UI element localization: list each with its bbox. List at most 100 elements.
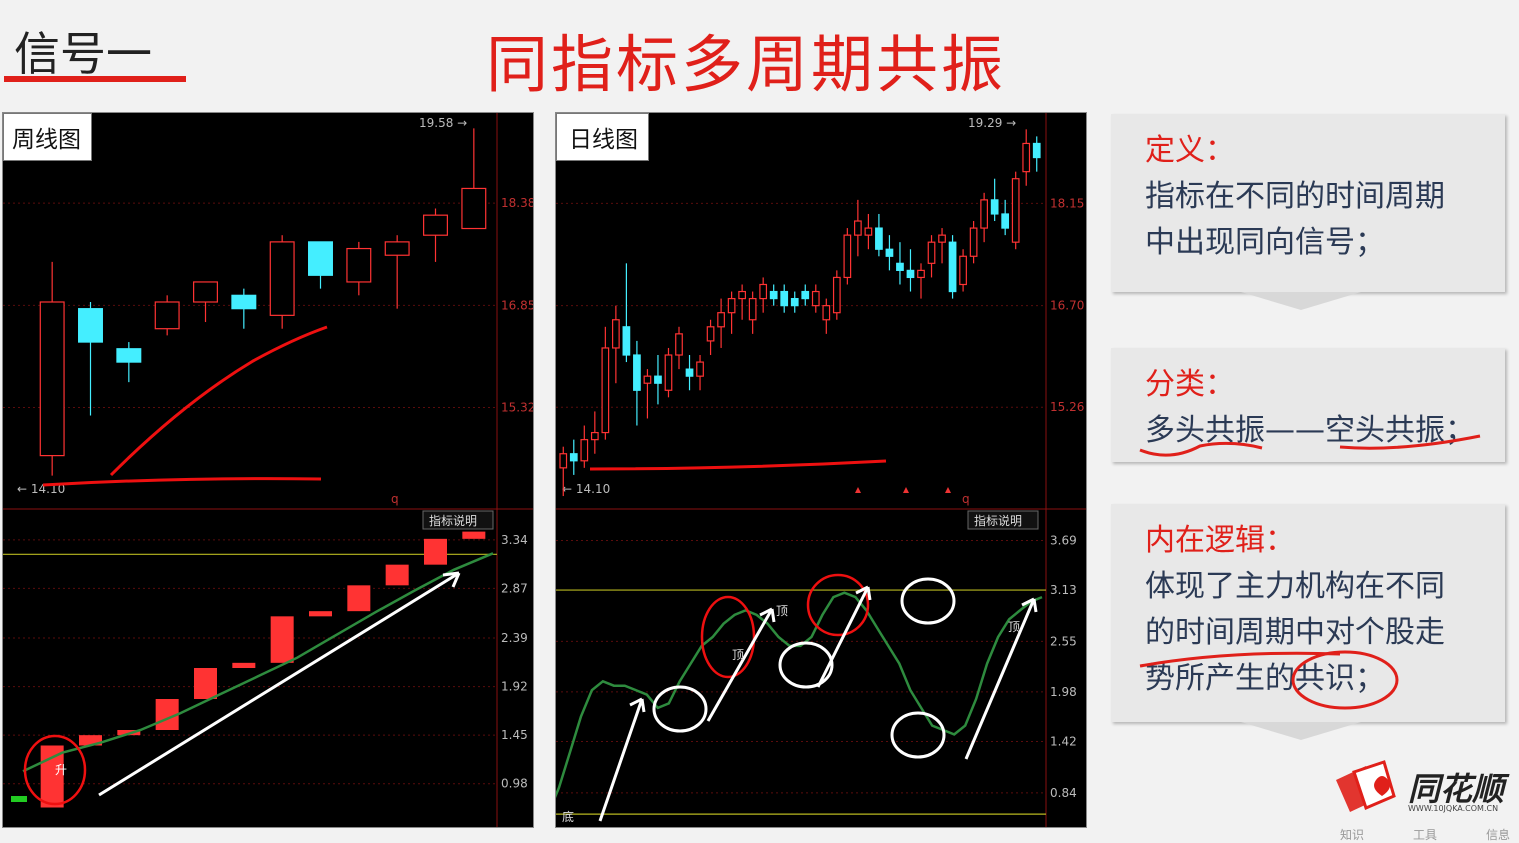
signal-mark: 顶: [776, 604, 788, 618]
candle-body: [717, 312, 725, 328]
signal-triangle: [903, 487, 909, 493]
tonghuashun-logo: 同花顺 WWW.10JQKA.COM.CN: [1332, 758, 1512, 818]
candle-body: [1011, 178, 1020, 243]
indicator-bar: [194, 668, 217, 699]
indicator-bar: [424, 538, 447, 565]
candle-body: [706, 326, 715, 342]
bottom-tabs: 知识 工具 信息: [1340, 826, 1510, 843]
candle-body: [685, 368, 694, 377]
white-arrow-stroke: [706, 608, 774, 722]
logic-line: 的时间周期中对个股走: [1145, 615, 1445, 650]
indicator-bar: [385, 564, 409, 586]
logic-box: 内在逻辑： 体现了主力机构在不同 的时间周期中对个股走 势所产生的共识；: [1111, 504, 1505, 740]
callout-arrow: [1241, 722, 1361, 740]
candle-body: [906, 269, 915, 279]
tab-info[interactable]: 信息: [1486, 826, 1510, 843]
low-price-label: ← 14.10: [562, 482, 610, 496]
indicator-bar: [309, 611, 332, 617]
white-arrow-stroke: [598, 698, 644, 822]
white-circle-mark: [778, 641, 834, 689]
classification-head: 分类：: [1145, 367, 1235, 402]
tab-tools[interactable]: 工具: [1413, 826, 1437, 843]
candle-body: [231, 294, 257, 310]
white-circle-mark: [900, 577, 956, 625]
indicator-bar: [232, 662, 256, 668]
signal-mark: 顶: [732, 648, 744, 662]
red-base-stroke: [589, 459, 887, 471]
classification-box: 分类： 多头共振——空头共振；: [1111, 348, 1505, 462]
candle-body: [759, 283, 768, 300]
indicator-tick-label: 2.39: [501, 631, 528, 645]
candle-body: [675, 333, 683, 356]
price-tick-label: 15.32: [501, 401, 534, 415]
candle-body: [569, 453, 578, 462]
candle-body: [39, 301, 65, 457]
indicator-bar: [347, 585, 371, 612]
candle-body: [633, 354, 641, 391]
indicator-tick-label: 3.13: [1050, 583, 1077, 597]
candle-body: [875, 227, 883, 250]
daily-chart-panel[interactable]: 18.15 16.70 15.26 19.29 → ← 14.10 q 3.69 3.13 2.…: [555, 112, 1087, 828]
price-tick-label: 15.26: [1050, 400, 1084, 414]
red-trend-stroke: [109, 325, 328, 477]
sheng-mark: 升: [55, 763, 67, 777]
definition-line: 中出现同向信号；: [1145, 225, 1385, 260]
candle-body: [269, 241, 295, 316]
candle-body: [938, 234, 946, 243]
q-mark: q: [962, 492, 970, 506]
candle-body: [308, 241, 333, 276]
candle-body: [927, 241, 936, 264]
red-base-stroke: [42, 477, 322, 487]
candle-body: [643, 375, 652, 384]
weekly-chart-label: 周线图: [3, 113, 92, 161]
signal-underline: [4, 76, 186, 82]
candle-body: [384, 241, 410, 256]
logo-url: WWW.10JQKA.COM.CN: [1408, 804, 1499, 813]
daily-chart[interactable]: 18.15 16.70 15.26 19.29 → ← 14.10 q 3.69 3.13 2.…: [556, 113, 1087, 828]
indicator-tick-label: 1.45: [501, 728, 528, 742]
signal-mark: 顶: [1008, 620, 1020, 634]
candle-body: [727, 297, 736, 314]
candle-body: [346, 247, 372, 283]
candle-body: [423, 214, 448, 236]
candle-body: [822, 305, 831, 321]
weekly-chart-panel[interactable]: 18.38 16.85 15.32 19.58 → ← 14.10 q 3.34 2.87 2.…: [2, 112, 534, 828]
candle-body: [664, 354, 673, 391]
candle-body: [612, 319, 620, 349]
weekly-chart[interactable]: 18.3816.8515.3219.58 →← 14.10q3.342.872.…: [3, 113, 534, 828]
indicator-tick-label: 1.98: [1050, 685, 1077, 699]
indicator-tick-label: 2.87: [501, 581, 528, 595]
classification-line: 多头共振——空头共振；: [1145, 413, 1475, 448]
candle-body: [116, 348, 142, 363]
price-tick-label: 18.38: [501, 196, 534, 210]
logic-line: 势所产生的共识；: [1145, 661, 1385, 696]
page-title: 同指标多周期共振: [486, 28, 1007, 101]
indicator-tick-label: 3.69: [1050, 533, 1077, 547]
candle-body: [990, 199, 999, 215]
white-arrow-stroke: [816, 586, 870, 688]
indicator-bar: [462, 531, 486, 539]
indicator-bar: [270, 616, 294, 663]
candle-body: [811, 290, 820, 307]
indicator-tick-label: 2.55: [1050, 634, 1077, 648]
candle-body: [832, 276, 841, 314]
tab-knowledge[interactable]: 知识: [1340, 826, 1364, 843]
candle-body: [580, 439, 589, 462]
white-arrow-stroke: [964, 598, 1036, 760]
candle-body: [959, 255, 967, 286]
signal-label: 信号一: [14, 27, 152, 81]
indicator-tick-label: 1.42: [1050, 735, 1077, 749]
daily-chart-label: 日线图: [556, 113, 649, 161]
candle-body: [969, 227, 978, 257]
candle-body: [769, 290, 778, 300]
candle-body: [896, 262, 904, 271]
logo-card-icon: [1336, 760, 1396, 812]
white-circle-mark: [652, 685, 708, 733]
candle-body: [559, 453, 568, 469]
candle-body: [622, 326, 631, 356]
logic-line: 体现了主力机构在不同: [1145, 569, 1445, 604]
q-mark: q: [391, 492, 399, 506]
candle-body: [696, 361, 704, 377]
volume-marker: [11, 796, 27, 802]
indicator-help-label: 指标说明: [429, 513, 477, 528]
